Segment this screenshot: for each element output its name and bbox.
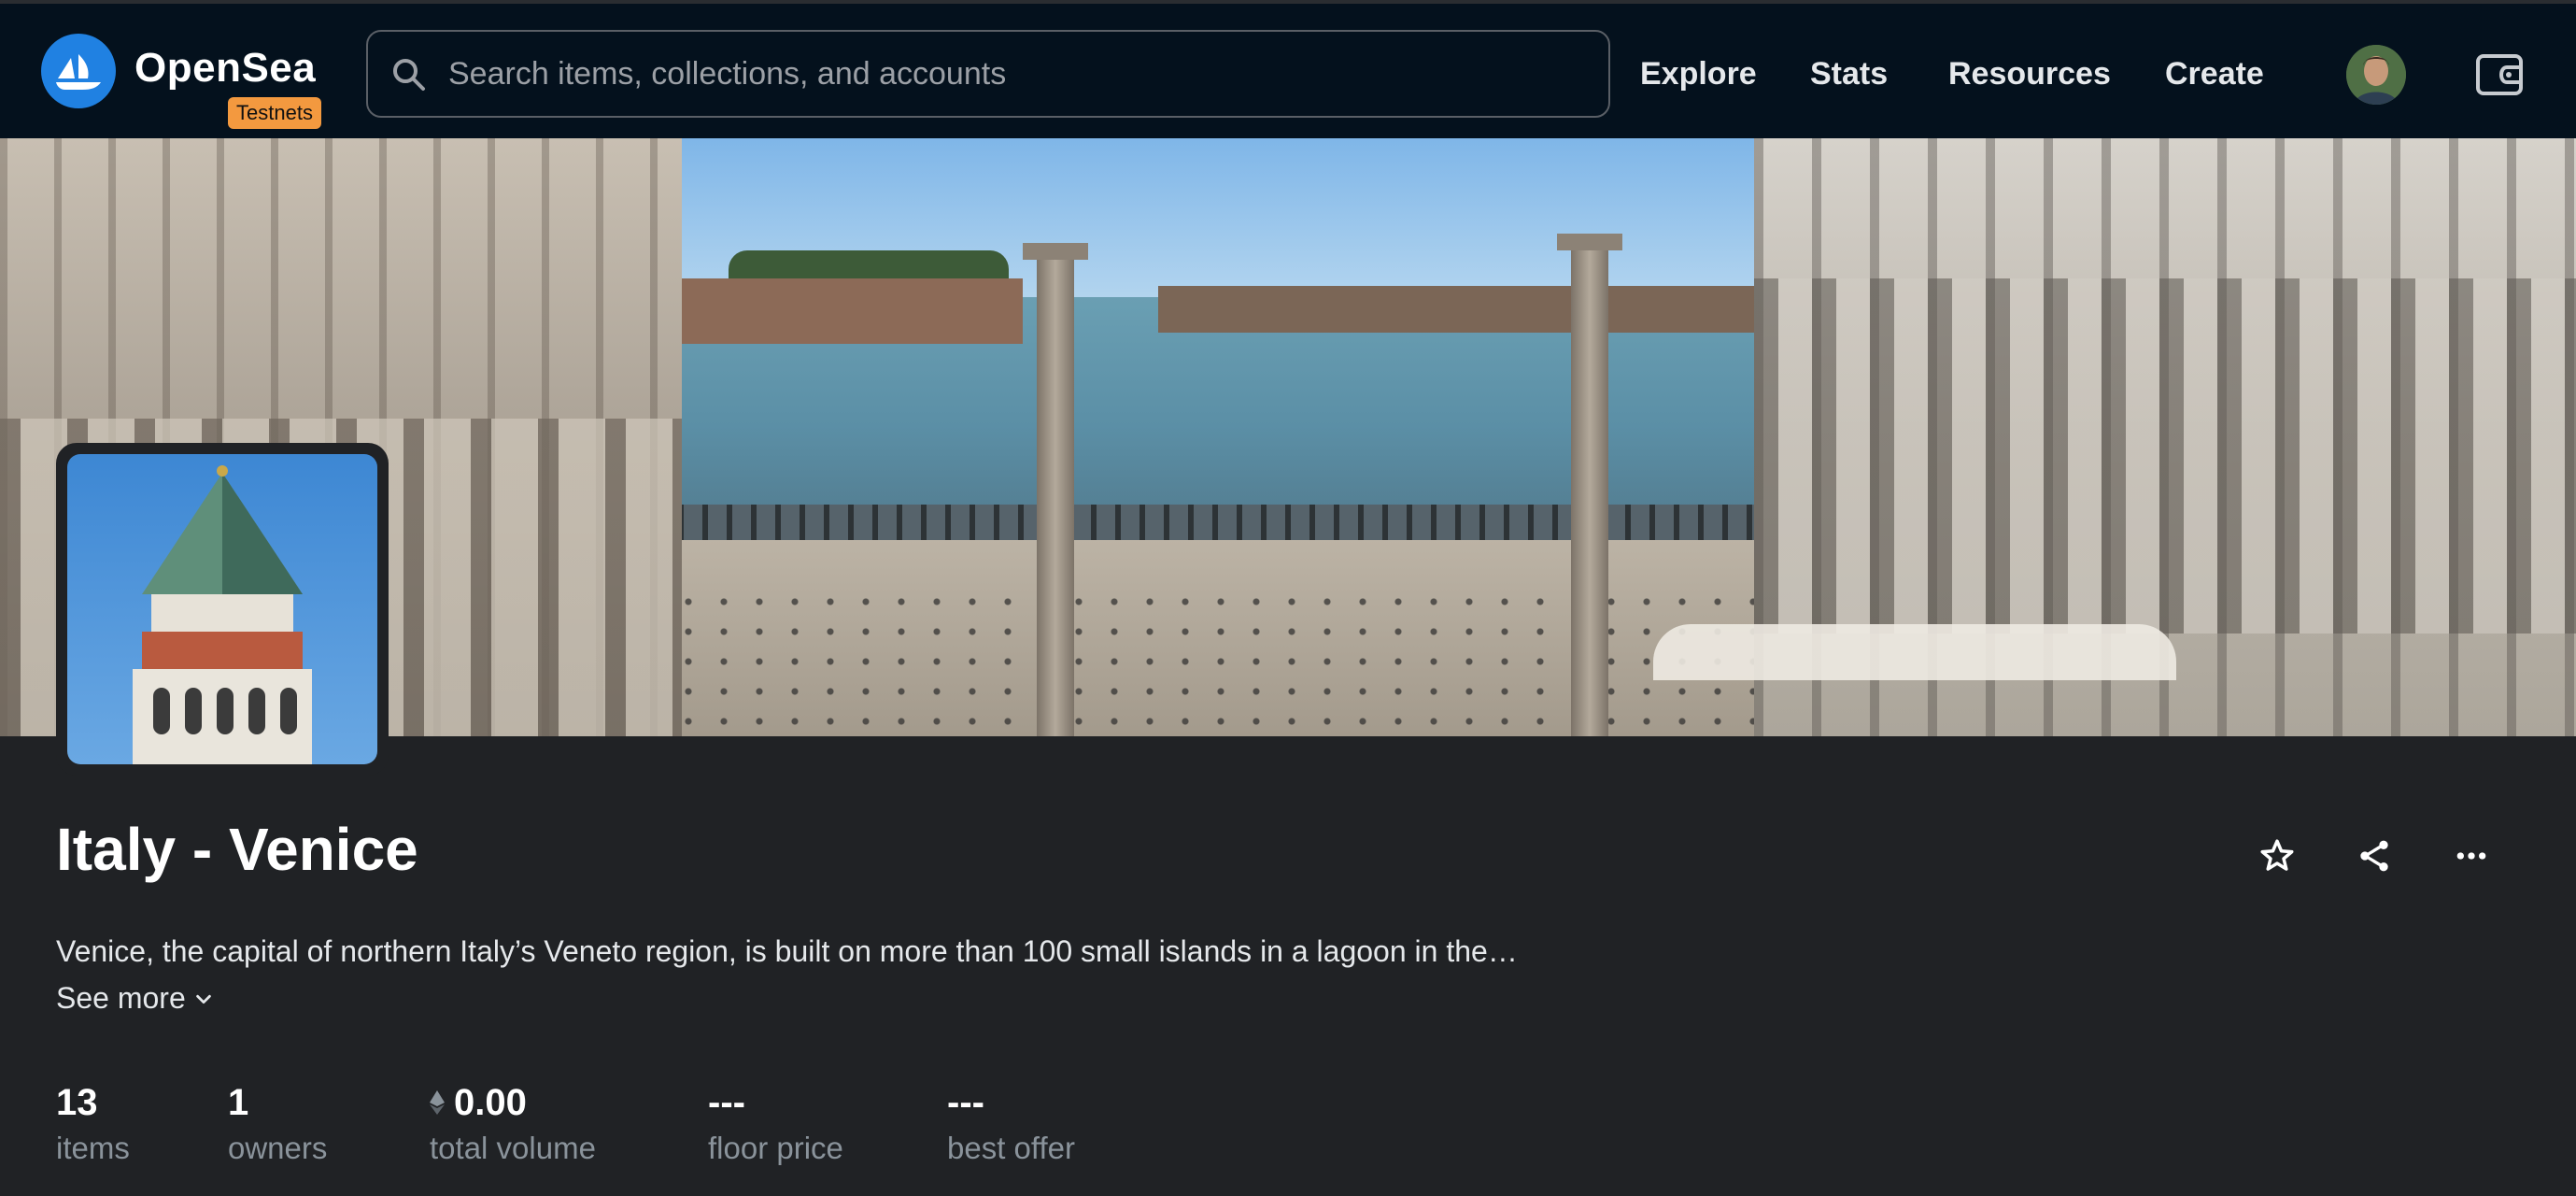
see-more-button[interactable]: See more <box>56 981 214 1016</box>
see-more-label: See more <box>56 981 186 1015</box>
favorite-star-icon[interactable] <box>2251 830 2303 882</box>
stat-label: floor price <box>708 1131 843 1165</box>
stat-value: 0.00 <box>454 1081 527 1123</box>
stat-value: --- <box>708 1081 745 1123</box>
share-icon[interactable] <box>2348 830 2400 882</box>
testnets-badge: Testnets <box>228 97 321 129</box>
top-navbar: OpenSea Testnets Explore Stats Resources… <box>0 4 2576 138</box>
more-options-icon[interactable] <box>2445 830 2498 882</box>
banner-column-left <box>1037 250 1074 736</box>
collection-description: Venice, the capital of northern Italy’s … <box>56 934 1518 968</box>
search-icon <box>393 59 425 91</box>
chevron-down-icon <box>195 994 211 1004</box>
stat-label: total volume <box>430 1131 596 1165</box>
stat-label: items <box>56 1131 130 1165</box>
stat-best-offer: --- best offer <box>947 1080 1075 1166</box>
stat-floor-price: --- floor price <box>708 1080 843 1166</box>
eth-icon <box>430 1090 445 1115</box>
banner-column-right <box>1571 241 1608 736</box>
stat-owners: 1 owners <box>228 1080 327 1166</box>
opensea-logo-icon[interactable] <box>41 34 116 108</box>
stat-value: 1 <box>228 1081 249 1123</box>
stat-value: --- <box>947 1081 984 1123</box>
stat-total-volume: 0.00 total volume <box>430 1080 596 1166</box>
wallet-icon[interactable] <box>2473 49 2526 101</box>
stat-label: owners <box>228 1131 328 1165</box>
profile-avatar[interactable] <box>2346 45 2406 105</box>
collection-title: Italy - Venice <box>56 816 418 883</box>
brand-name[interactable]: OpenSea <box>134 45 316 92</box>
collection-image <box>56 443 389 776</box>
nav-explore[interactable]: Explore <box>1640 56 1757 93</box>
nav-create[interactable]: Create <box>2165 56 2264 93</box>
search-input[interactable] <box>448 32 1588 116</box>
nav-stats[interactable]: Stats <box>1810 56 1888 93</box>
stat-items: 13 items <box>56 1080 130 1166</box>
stat-value: 13 <box>56 1081 98 1123</box>
stat-label: best offer <box>947 1131 1075 1165</box>
nav-resources[interactable]: Resources <box>1948 56 2111 93</box>
search-bar[interactable] <box>366 30 1610 118</box>
